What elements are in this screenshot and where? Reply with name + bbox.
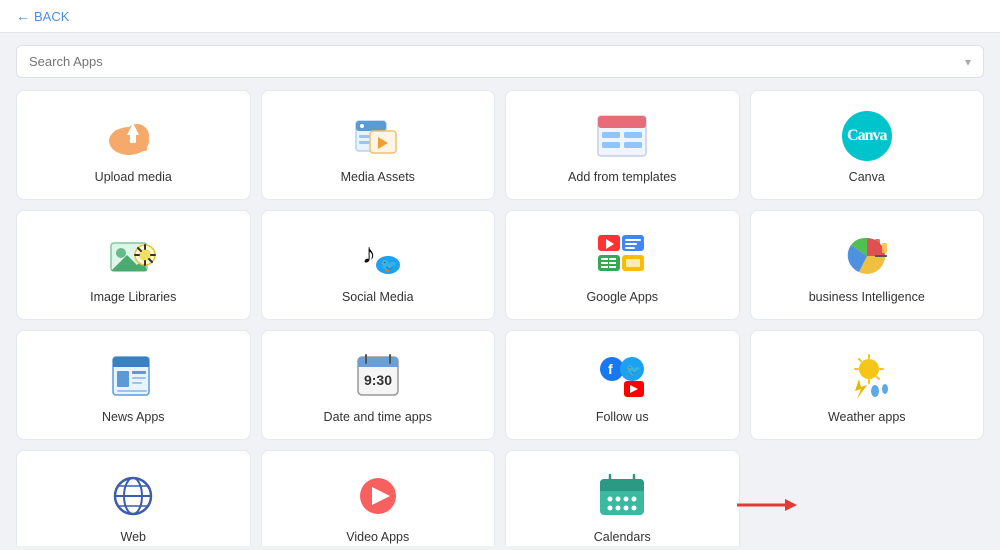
calendars-icon xyxy=(596,470,648,522)
app-card-google-apps[interactable]: Google Apps xyxy=(505,210,740,320)
app-card-upload-media[interactable]: Upload media xyxy=(16,90,251,200)
social-media-label: Social Media xyxy=(342,290,414,304)
back-label: BACK xyxy=(34,9,69,24)
app-card-news-apps[interactable]: News Apps xyxy=(16,330,251,440)
upload-media-label: Upload media xyxy=(95,170,172,184)
app-card-business-intelligence[interactable]: business Intelligence xyxy=(750,210,985,320)
top-bar: ← BACK xyxy=(0,0,1000,33)
templates-icon xyxy=(596,110,648,162)
image-libraries-label: Image Libraries xyxy=(90,290,176,304)
media-assets-label: Media Assets xyxy=(341,170,415,184)
search-input[interactable] xyxy=(29,54,965,69)
calendars-label: Calendars xyxy=(594,530,651,544)
back-arrow-icon: ← xyxy=(16,8,30,24)
svg-text:f: f xyxy=(608,361,613,377)
business-intelligence-label: business Intelligence xyxy=(809,290,925,304)
svg-text:9:30: 9:30 xyxy=(364,372,392,388)
app-card-canva[interactable]: Canva Canva xyxy=(750,90,985,200)
app-card-image-libraries[interactable]: Image Libraries xyxy=(16,210,251,320)
back-button[interactable]: ← BACK xyxy=(16,8,69,24)
news-apps-label: News Apps xyxy=(102,410,165,424)
video-apps-icon xyxy=(352,470,404,522)
content-area: ▾ Upload media xyxy=(0,33,1000,546)
apps-grid: Upload media Media Assets xyxy=(16,90,984,546)
templates-label: Add from templates xyxy=(568,170,676,184)
weather-icon xyxy=(841,350,893,402)
weather-label: Weather apps xyxy=(828,410,906,424)
app-card-web[interactable]: Web xyxy=(16,450,251,546)
web-label: Web xyxy=(121,530,146,544)
red-arrow-indicator xyxy=(737,495,797,515)
media-assets-icon xyxy=(352,110,404,162)
app-card-weather[interactable]: Weather apps xyxy=(750,330,985,440)
app-card-date-time[interactable]: 9:30 Date and time apps xyxy=(261,330,496,440)
business-intelligence-icon xyxy=(841,230,893,282)
video-apps-label: Video Apps xyxy=(346,530,409,544)
app-card-social-media[interactable]: ♪ 🐦 Social Media xyxy=(261,210,496,320)
image-libraries-icon xyxy=(107,230,159,282)
svg-text:🐦: 🐦 xyxy=(626,363,641,377)
social-media-icon: ♪ 🐦 xyxy=(352,230,404,282)
follow-us-icon: f 🐦 xyxy=(596,350,648,402)
canva-logo: Canva xyxy=(842,111,892,161)
google-apps-label: Google Apps xyxy=(586,290,658,304)
date-time-icon: 9:30 xyxy=(352,350,404,402)
news-apps-icon xyxy=(107,350,159,402)
date-time-label: Date and time apps xyxy=(324,410,432,424)
web-icon xyxy=(107,470,159,522)
canva-label: Canva xyxy=(849,170,885,184)
google-apps-icon xyxy=(596,230,648,282)
svg-text:♪: ♪ xyxy=(362,238,376,269)
canva-icon: Canva xyxy=(841,110,893,162)
search-bar[interactable]: ▾ xyxy=(16,45,984,78)
dropdown-icon[interactable]: ▾ xyxy=(965,55,971,69)
app-card-video[interactable]: Video Apps xyxy=(261,450,496,546)
upload-media-icon xyxy=(107,110,159,162)
app-card-follow-us[interactable]: f 🐦 xyxy=(505,330,740,440)
app-card-calendars[interactable]: Calendars xyxy=(505,450,740,546)
follow-us-label: Follow us xyxy=(596,410,649,424)
app-card-templates[interactable]: Add from templates xyxy=(505,90,740,200)
svg-text:🐦: 🐦 xyxy=(380,257,397,273)
app-card-media-assets[interactable]: Media Assets xyxy=(261,90,496,200)
